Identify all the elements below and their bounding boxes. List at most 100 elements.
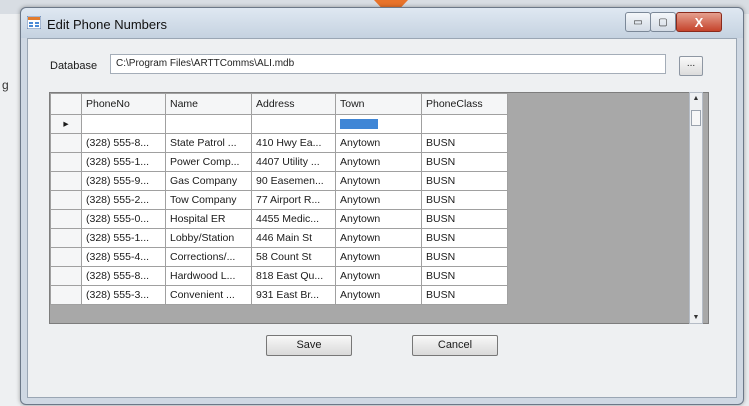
row-header[interactable] — [50, 133, 82, 153]
table-cell[interactable]: Power Comp... — [165, 152, 252, 172]
table-cell[interactable]: Hospital ER — [165, 209, 252, 229]
table-cell[interactable]: 410 Hwy Ea... — [251, 133, 336, 153]
table-cell[interactable] — [251, 114, 336, 134]
row-header-corner — [50, 93, 82, 115]
row-header[interactable] — [50, 285, 82, 305]
table-cell[interactable]: Anytown — [335, 228, 422, 248]
table-row[interactable]: (328) 555-1... Lobby/Station 446 Main St An… — [50, 228, 508, 248]
table-cell[interactable]: (328) 555-8... — [81, 133, 166, 153]
close-button[interactable]: X — [676, 12, 722, 32]
vertical-scrollbar[interactable]: ▲ ▼ — [689, 92, 703, 324]
titlebar: Edit Phone Numbers ▭ ▢ X — [21, 8, 743, 38]
column-header-name[interactable]: Name — [165, 93, 252, 115]
column-header-phoneclass[interactable]: PhoneClass — [421, 93, 508, 115]
table-cell[interactable]: Anytown — [335, 171, 422, 191]
table-cell[interactable]: BUSN — [421, 266, 508, 286]
table-cell[interactable]: Convenient ... — [165, 285, 252, 305]
dialog-body: Database C:\Program Files\ARTTComms\ALI.… — [27, 38, 737, 398]
table-cell[interactable]: (328) 555-8... — [81, 266, 166, 286]
phone-numbers-grid[interactable]: PhoneNo Name Address Town PhoneClass ▸ (… — [49, 92, 709, 324]
database-path-field[interactable]: C:\Program Files\ARTTComms\ALI.mdb — [110, 54, 666, 74]
table-cell[interactable]: 90 Easemen... — [251, 171, 336, 191]
table-cell[interactable]: 77 Airport R... — [251, 190, 336, 210]
table-cell[interactable]: 4455 Medic... — [251, 209, 336, 229]
row-header[interactable] — [50, 171, 82, 191]
table-cell[interactable]: BUSN — [421, 247, 508, 267]
table-cell[interactable]: Corrections/... — [165, 247, 252, 267]
table-cell[interactable] — [165, 114, 252, 134]
table-row[interactable]: (328) 555-8... Hardwood L... 818 East Qu..… — [50, 266, 508, 286]
cancel-button[interactable]: Cancel — [412, 335, 498, 356]
maximize-icon: ▢ — [658, 16, 668, 28]
new-entry-row[interactable]: ▸ — [50, 114, 508, 134]
table-cell[interactable]: State Patrol ... — [165, 133, 252, 153]
table-cell[interactable]: (328) 555-1... — [81, 228, 166, 248]
row-header[interactable] — [50, 266, 82, 286]
close-icon: X — [694, 14, 704, 30]
table-cell[interactable]: BUSN — [421, 133, 508, 153]
row-header[interactable] — [50, 190, 82, 210]
table-cell[interactable] — [421, 114, 508, 134]
scroll-down-icon[interactable]: ▼ — [690, 314, 702, 321]
table-cell[interactable]: Anytown — [335, 209, 422, 229]
row-header[interactable] — [50, 209, 82, 229]
row-header[interactable] — [50, 247, 82, 267]
table-cell[interactable]: BUSN — [421, 285, 508, 305]
table-cell[interactable]: BUSN — [421, 171, 508, 191]
table-cell[interactable]: (328) 555-1... — [81, 152, 166, 172]
scrollbar-thumb[interactable] — [691, 110, 701, 126]
scroll-up-icon[interactable]: ▲ — [690, 95, 702, 102]
table-cell[interactable]: 58 Count St — [251, 247, 336, 267]
current-row-indicator-icon: ▸ — [50, 114, 82, 134]
table-row[interactable]: (328) 555-2... Tow Company 77 Airport R...… — [50, 190, 508, 210]
table-cell[interactable]: (328) 555-2... — [81, 190, 166, 210]
database-label: Database — [50, 60, 98, 72]
table-row[interactable]: (328) 555-3... Convenient ... 931 East Br.… — [50, 285, 508, 305]
selection-highlight — [340, 119, 378, 129]
table-cell[interactable]: Anytown — [335, 152, 422, 172]
table-header-row: PhoneNo Name Address Town PhoneClass — [50, 93, 508, 115]
table-cell[interactable]: Hardwood L... — [165, 266, 252, 286]
table-cell[interactable]: Gas Company — [165, 171, 252, 191]
table-cell[interactable]: 4407 Utility ... — [251, 152, 336, 172]
browse-button[interactable]: ... — [679, 56, 703, 76]
table-cell[interactable]: BUSN — [421, 228, 508, 248]
table-cell[interactable]: 931 East Br... — [251, 285, 336, 305]
table-cell[interactable]: BUSN — [421, 209, 508, 229]
table-cell[interactable]: Anytown — [335, 190, 422, 210]
table-row[interactable]: (328) 555-8... State Patrol ... 410 Hwy Ea… — [50, 133, 508, 153]
table-cell[interactable] — [81, 114, 166, 134]
table-cell[interactable]: BUSN — [421, 190, 508, 210]
table-cell[interactable]: (328) 555-0... — [81, 209, 166, 229]
table-row[interactable]: (328) 555-9... Gas Company 90 Easemen... An… — [50, 171, 508, 191]
maximize-button[interactable]: ▢ — [650, 12, 676, 32]
phone-numbers-table: PhoneNo Name Address Town PhoneClass ▸ (… — [50, 93, 508, 305]
table-row[interactable]: (328) 555-0... Hospital ER 4455 Medic... An… — [50, 209, 508, 229]
table-cell[interactable]: (328) 555-4... — [81, 247, 166, 267]
table-cell[interactable]: Anytown — [335, 247, 422, 267]
minimize-button[interactable]: ▭ — [625, 12, 651, 32]
table-cell[interactable]: Tow Company — [165, 190, 252, 210]
row-header[interactable] — [50, 152, 82, 172]
selected-cell[interactable] — [335, 114, 422, 134]
column-header-town[interactable]: Town — [335, 93, 422, 115]
row-header[interactable] — [50, 228, 82, 248]
window-title: Edit Phone Numbers — [47, 17, 167, 32]
background-app-left: g — [0, 14, 20, 406]
table-cell[interactable]: 818 East Qu... — [251, 266, 336, 286]
table-cell[interactable]: (328) 555-3... — [81, 285, 166, 305]
table-cell[interactable]: Lobby/Station — [165, 228, 252, 248]
table-cell[interactable]: Anytown — [335, 285, 422, 305]
minimize-icon: ▭ — [633, 16, 643, 28]
table-row[interactable]: (328) 555-4... Corrections/... 58 Count St… — [50, 247, 508, 267]
table-body: (328) 555-8... State Patrol ... 410 Hwy Ea… — [50, 133, 508, 305]
table-cell[interactable]: (328) 555-9... — [81, 171, 166, 191]
table-row[interactable]: (328) 555-1... Power Comp... 4407 Utility … — [50, 152, 508, 172]
column-header-phoneno[interactable]: PhoneNo — [81, 93, 166, 115]
table-cell[interactable]: Anytown — [335, 266, 422, 286]
column-header-address[interactable]: Address — [251, 93, 336, 115]
save-button[interactable]: Save — [266, 335, 352, 356]
table-cell[interactable]: Anytown — [335, 133, 422, 153]
table-cell[interactable]: BUSN — [421, 152, 508, 172]
table-cell[interactable]: 446 Main St — [251, 228, 336, 248]
